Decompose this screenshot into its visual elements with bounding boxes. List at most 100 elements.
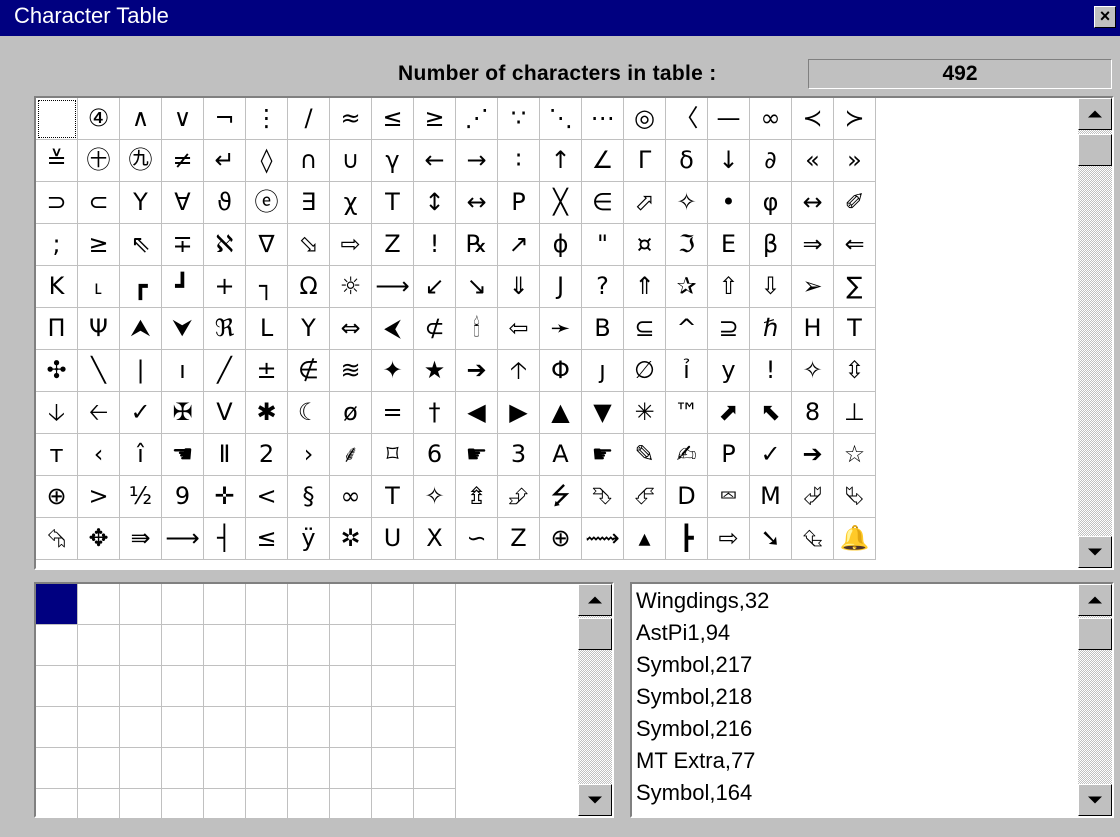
user-table-cell[interactable] <box>414 584 456 625</box>
font-list-item[interactable]: Symbol,218 <box>636 684 752 710</box>
character-cell[interactable]: φ <box>750 182 792 224</box>
character-grid-scrollbar[interactable] <box>1078 98 1112 568</box>
character-cell[interactable]: J <box>540 266 582 308</box>
character-cell[interactable]: ✧ <box>414 476 456 518</box>
character-cell[interactable]: ▴ <box>624 518 666 560</box>
user-table-cell[interactable] <box>36 789 78 830</box>
character-cell[interactable]: χ <box>330 182 372 224</box>
user-table-cell[interactable] <box>414 707 456 748</box>
user-table-cell[interactable] <box>78 789 120 830</box>
character-cell[interactable]: ✓ <box>750 434 792 476</box>
character-cell[interactable]: ≻ <box>834 98 876 140</box>
character-cell[interactable]: ∽ <box>456 518 498 560</box>
character-cell[interactable]: + <box>204 266 246 308</box>
character-cell[interactable]: ∑ <box>834 266 876 308</box>
character-cell[interactable]: 〈 <box>666 98 708 140</box>
character-cell[interactable]: ℵ <box>204 224 246 266</box>
character-cell[interactable]: ↑ <box>540 140 582 182</box>
character-cell[interactable]: β <box>750 224 792 266</box>
character-cell[interactable]: ∵ <box>498 98 540 140</box>
character-cell[interactable]: ≈ <box>330 98 372 140</box>
user-table-cell[interactable] <box>330 707 372 748</box>
user-table-cell[interactable] <box>36 748 78 789</box>
character-cell[interactable]: ┏ <box>120 266 162 308</box>
character-cell[interactable]: ⊆ <box>624 308 666 350</box>
user-table-cell[interactable] <box>288 748 330 789</box>
character-cell[interactable]: Ω <box>288 266 330 308</box>
user-table-cell[interactable] <box>162 789 204 830</box>
user-table-cell[interactable] <box>246 625 288 666</box>
character-cell[interactable]: ⊂ <box>78 182 120 224</box>
character-cell[interactable]: 🡠 <box>78 392 120 434</box>
character-cell[interactable]: ↕ <box>414 182 456 224</box>
close-button[interactable]: × <box>1094 6 1116 28</box>
user-table-cell[interactable] <box>246 789 288 830</box>
character-cell[interactable]: < <box>246 476 288 518</box>
character-cell[interactable]: ≋ <box>330 350 372 392</box>
font-list-item[interactable]: Symbol,164 <box>636 780 752 806</box>
scroll-down-button[interactable] <box>1078 784 1112 816</box>
character-cell[interactable]: ✍ <box>666 434 708 476</box>
character-cell[interactable]: ∇ <box>246 224 288 266</box>
character-cell[interactable]: 🕯 <box>456 308 498 350</box>
character-cell[interactable]: ⇦ <box>498 308 540 350</box>
character-cell[interactable]: ⬈ <box>708 392 750 434</box>
user-table-cell[interactable] <box>120 625 162 666</box>
character-cell[interactable]: ✲ <box>330 518 372 560</box>
character-cell[interactable]: ¬ <box>204 98 246 140</box>
character-cell[interactable]: ⮜ <box>372 308 414 350</box>
character-cell[interactable]: ∓ <box>162 224 204 266</box>
character-cell[interactable]: ╲ <box>78 350 120 392</box>
character-cell[interactable]: ỉ <box>666 350 708 392</box>
character-cell[interactable]: ⮵ <box>498 476 540 518</box>
character-cell[interactable]: ⇧ <box>708 266 750 308</box>
user-table-cell[interactable] <box>372 584 414 625</box>
user-table-cell[interactable] <box>120 789 162 830</box>
character-cell[interactable]: ˪ <box>78 266 120 308</box>
user-table-cell[interactable] <box>204 748 246 789</box>
character-cell[interactable]: D <box>666 476 708 518</box>
character-cell[interactable]: ℑ <box>666 224 708 266</box>
character-cell[interactable]: ⋰ <box>456 98 498 140</box>
character-cell[interactable]: ⇛ <box>120 518 162 560</box>
character-cell[interactable]: ≤ <box>372 98 414 140</box>
character-cell[interactable]: ✱ <box>246 392 288 434</box>
character-cell[interactable]: — <box>708 98 750 140</box>
user-table-cell[interactable] <box>78 625 120 666</box>
character-cell[interactable]: ⮶ <box>624 476 666 518</box>
character-cell[interactable]: ; <box>36 224 78 266</box>
scroll-down-button[interactable] <box>1078 536 1112 568</box>
user-table-cell[interactable] <box>78 748 120 789</box>
character-cell[interactable]: ≺ <box>792 98 834 140</box>
character-cell[interactable]: > <box>78 476 120 518</box>
character-cell[interactable]: ☛ <box>582 434 624 476</box>
character-cell[interactable]: ➛ <box>540 308 582 350</box>
character-cell[interactable]: y <box>708 350 750 392</box>
font-list-item[interactable]: Symbol,217 <box>636 652 752 678</box>
character-cell[interactable]: ⸙ <box>330 434 372 476</box>
scroll-up-button[interactable] <box>578 584 612 616</box>
character-cell[interactable]: 🔔 <box>834 518 876 560</box>
character-cell[interactable]: ⇒ <box>792 224 834 266</box>
character-cell[interactable]: ☛ <box>456 434 498 476</box>
character-cell[interactable]: ✐ <box>834 182 876 224</box>
character-cell[interactable]: ✦ <box>372 350 414 392</box>
character-cell[interactable]: ⮴ <box>792 518 834 560</box>
user-table-cell[interactable] <box>204 625 246 666</box>
character-cell[interactable]: ☼ <box>330 266 372 308</box>
character-cell[interactable]: ≚ <box>36 140 78 182</box>
character-cell[interactable]: Z <box>498 518 540 560</box>
character-cell[interactable]: ∉ <box>288 350 330 392</box>
user-table-cell[interactable] <box>288 789 330 830</box>
character-cell[interactable]: ϑ <box>204 182 246 224</box>
character-cell[interactable]: ┐ <box>246 266 288 308</box>
user-table-cell[interactable] <box>36 707 78 748</box>
character-cell[interactable]: ↙ <box>414 266 456 308</box>
character-cell[interactable]: ⇓ <box>498 266 540 308</box>
character-cell[interactable]: ™ <box>666 392 708 434</box>
font-list-item[interactable]: AstPi1,94 <box>636 620 730 646</box>
character-cell[interactable]: ㊉ <box>78 140 120 182</box>
character-cell[interactable]: § <box>288 476 330 518</box>
user-table-cell[interactable] <box>36 584 78 625</box>
user-table-cell[interactable] <box>372 789 414 830</box>
